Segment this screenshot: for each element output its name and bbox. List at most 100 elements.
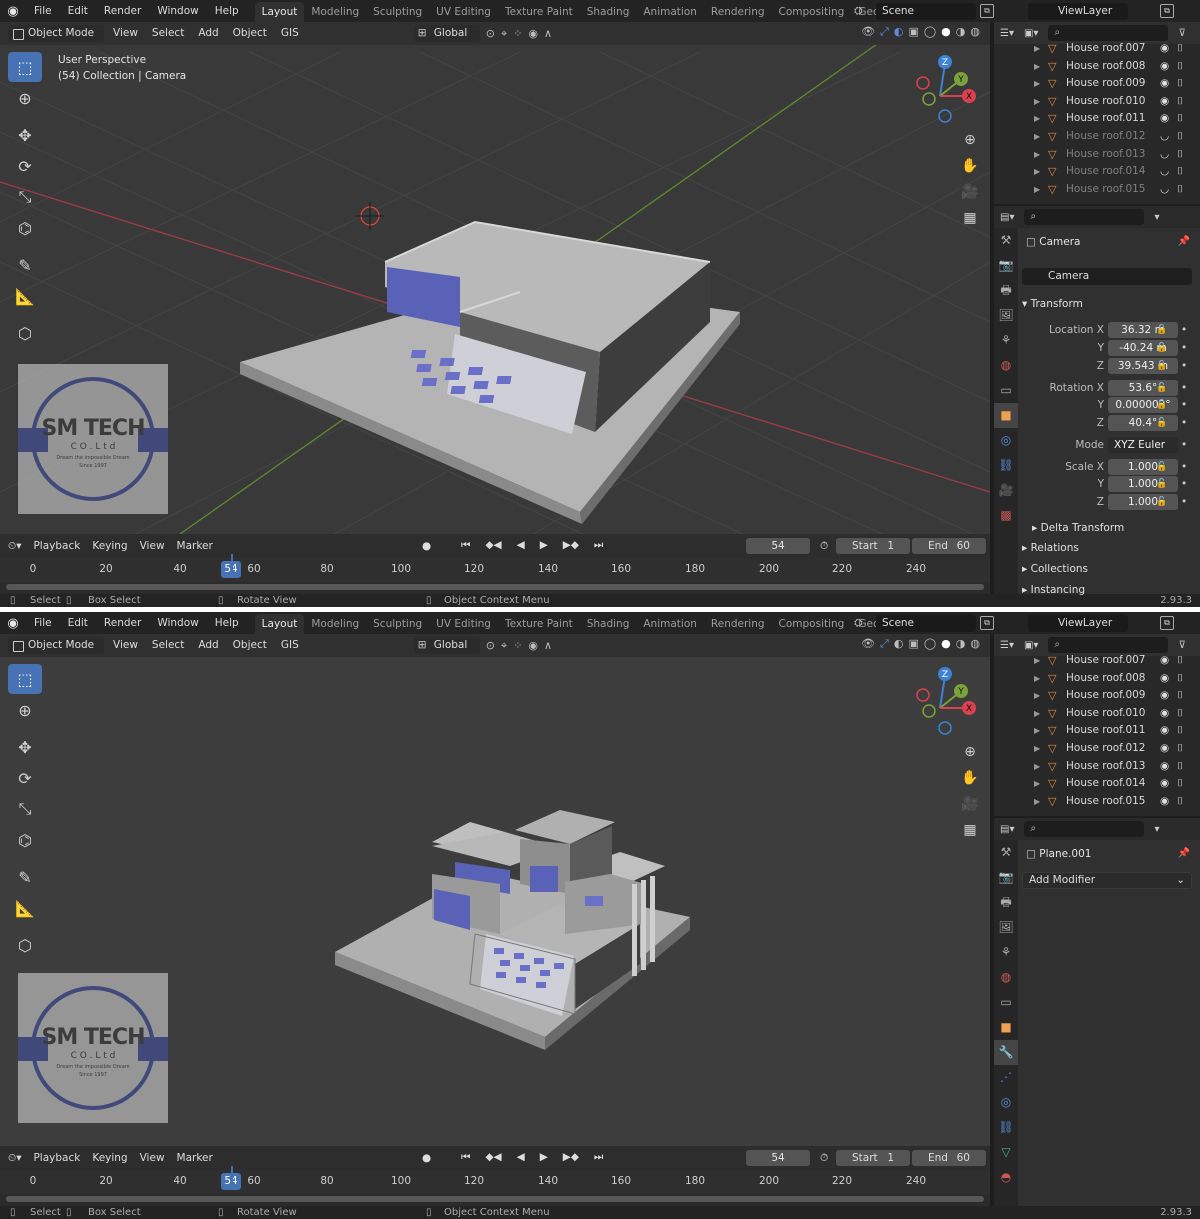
navigation-gizmo[interactable]: Z Y X — [910, 664, 980, 740]
display-mode-icon[interactable]: ▣▾ — [1024, 28, 1038, 39]
rotation-z-field[interactable]: 40.4° — [1108, 415, 1178, 431]
camera-view-icon[interactable]: 🎥 — [958, 179, 982, 205]
viewport-menu-view[interactable]: View — [108, 637, 143, 654]
expand-icon[interactable]: ▶ — [1034, 775, 1040, 793]
expand-icon[interactable]: ▶ — [1034, 758, 1040, 776]
tab-compositing[interactable]: Compositing — [772, 2, 852, 22]
cursor-tool-icon[interactable]: ⊕ — [8, 695, 42, 725]
viewport-menu-select[interactable]: Select — [147, 25, 189, 42]
tab-uv-editing[interactable]: UV Editing — [429, 614, 498, 634]
material-tab-icon[interactable]: ◓ — [994, 1165, 1018, 1190]
render-camera-icon[interactable]: ⌷ — [1177, 181, 1183, 199]
eye-icon[interactable]: ◉ — [1160, 687, 1169, 705]
lock-icon[interactable]: 🔓 — [1156, 459, 1167, 476]
output-tab-icon[interactable]: 🖶 — [994, 890, 1018, 915]
render-camera-icon[interactable]: ⌷ — [1177, 775, 1183, 793]
menu-window[interactable]: Window — [149, 612, 206, 634]
physics-tab-icon[interactable]: ◎ — [994, 428, 1018, 453]
move-tool-icon[interactable]: ✥ — [8, 732, 42, 762]
timeline-menu-marker[interactable]: Marker — [171, 1152, 219, 1164]
render-camera-icon[interactable]: ⌷ — [1177, 146, 1183, 164]
world-tab-icon[interactable]: ◍ — [994, 965, 1018, 990]
record-icon[interactable]: ● — [416, 540, 437, 552]
viewlayer-name[interactable]: ViewLayer — [1028, 614, 1128, 632]
xray-icon[interactable]: ▣ — [908, 637, 918, 651]
keyframe-dot-icon[interactable]: • — [1181, 380, 1187, 397]
play-reverse-icon[interactable]: ◀ — [511, 539, 531, 552]
tab-rendering[interactable]: Rendering — [704, 614, 772, 634]
render-camera-icon[interactable]: ⌷ — [1177, 705, 1183, 723]
expand-icon[interactable]: ▶ — [1034, 163, 1040, 181]
jump-end-icon[interactable]: ⏭ — [588, 1151, 609, 1164]
eye-icon[interactable]: ◉ — [1160, 705, 1169, 723]
render-camera-icon[interactable]: ⌷ — [1177, 75, 1183, 93]
render-camera-icon[interactable]: ⌷ — [1177, 93, 1183, 111]
viewport-menu-add[interactable]: Add — [193, 25, 223, 42]
camera-view-icon[interactable]: 🎥 — [958, 791, 982, 817]
start-frame-field[interactable]: Start 1 — [836, 1150, 910, 1166]
material-shading-icon[interactable]: ◑ — [956, 25, 966, 39]
viewlayer-name[interactable]: ViewLayer — [1028, 2, 1128, 20]
play-icon[interactable]: ▶ — [534, 539, 554, 552]
outliner-item-name[interactable]: House roof.011 — [1066, 110, 1146, 128]
expand-icon[interactable]: ▶ — [1034, 58, 1040, 76]
render-camera-icon[interactable]: ⌷ — [1177, 722, 1183, 740]
constraints-tab-icon[interactable]: ⛓ — [994, 1115, 1018, 1140]
tool-tab-icon[interactable]: ⚒ — [994, 228, 1018, 253]
eye-closed-icon[interactable]: ◡ — [1160, 128, 1169, 146]
viewport-menu-object[interactable]: Object — [228, 637, 272, 654]
rotate-tool-icon[interactable]: ⟳ — [8, 763, 42, 793]
outliner-row[interactable]: ▶ ▽ House roof.015 ◡ ⌷ — [994, 181, 1200, 199]
scale-tool-icon[interactable]: ⤡ — [8, 794, 42, 824]
render-camera-icon[interactable]: ⌷ — [1177, 740, 1183, 758]
keyframe-dot-icon[interactable]: • — [1181, 322, 1187, 339]
tab-animation[interactable]: Animation — [636, 614, 704, 634]
transform-tool-icon[interactable]: ⌬ — [8, 213, 42, 243]
location-z-field[interactable]: 39.543 m — [1108, 358, 1178, 374]
outliner-row[interactable]: ▶ ▽ House roof.007 ◉ ⌷ — [994, 652, 1200, 670]
scene-tab-icon[interactable]: ⚘ — [994, 940, 1018, 965]
view-layer-tab-icon[interactable]: 🖼 — [994, 915, 1018, 940]
timeline-scrollbar[interactable] — [6, 1196, 984, 1202]
tab-modeling[interactable]: Modeling — [304, 614, 366, 634]
timeline-menu-view[interactable]: View — [134, 540, 171, 552]
timeline-menu-marker[interactable]: Marker — [171, 540, 219, 552]
stopwatch-icon[interactable]: ⏱ — [814, 1152, 834, 1165]
outliner-row[interactable]: ▶ ▽ House roof.008 ◉ ⌷ — [994, 58, 1200, 76]
view-layer-tab-icon[interactable]: 🖼 — [994, 303, 1018, 328]
properties-options-icon[interactable]: ▾ — [1154, 824, 1159, 835]
timeline-menu-view[interactable]: View — [134, 1152, 171, 1164]
render-camera-icon[interactable]: ⌷ — [1177, 58, 1183, 76]
snap-icon[interactable]: ⌖ — [501, 27, 507, 41]
tab-uv-editing[interactable]: UV Editing — [429, 2, 498, 22]
outliner-row[interactable]: ▶ ▽ House roof.011 ◉ ⌷ — [994, 722, 1200, 740]
location-x-field[interactable]: 36.32 m — [1108, 322, 1178, 338]
keyframe-dot-icon[interactable]: • — [1181, 358, 1187, 375]
properties-type-icon[interactable]: ▤▾ — [1000, 824, 1014, 835]
next-key-icon[interactable]: ▶◆ — [557, 1151, 585, 1164]
eye-icon[interactable]: ◉ — [1160, 740, 1169, 758]
outliner-item-name[interactable]: House roof.013 — [1066, 758, 1146, 776]
object-mode-dropdown[interactable]: Object Mode — [8, 637, 104, 654]
pin-icon[interactable]: 📌 — [1178, 848, 1190, 859]
zoom-icon[interactable]: ⊕ — [958, 127, 982, 153]
expand-icon[interactable]: ▶ — [1034, 146, 1040, 164]
outliner-row[interactable]: ▶ ▽ House roof.013 ◡ ⌷ — [994, 146, 1200, 164]
new-viewlayer-icon[interactable]: ⧉ — [1160, 616, 1174, 630]
properties-search-input[interactable]: ⌕ — [1024, 209, 1145, 225]
filter-icon[interactable]: ⊽ — [1178, 28, 1185, 39]
properties-search-input[interactable]: ⌕ — [1024, 821, 1145, 837]
render-camera-icon[interactable]: ⌷ — [1177, 793, 1183, 811]
ortho-grid-icon[interactable]: ▦ — [958, 817, 982, 843]
annotate-tool-icon[interactable]: ✎ — [8, 862, 42, 892]
menu-render[interactable]: Render — [96, 0, 149, 22]
pin-icon[interactable]: 📌 — [1178, 236, 1190, 247]
collection-tab-icon[interactable]: ▭ — [994, 990, 1018, 1015]
viewport-menu-add[interactable]: Add — [193, 637, 223, 654]
stopwatch-icon[interactable]: ⏱ — [814, 540, 834, 553]
scale-z-field[interactable]: 1.000 — [1108, 494, 1178, 510]
rotate-tool-icon[interactable]: ⟳ — [8, 151, 42, 181]
tab-shading[interactable]: Shading — [580, 2, 637, 22]
proportional-edit-icon[interactable]: ◉ — [528, 639, 538, 653]
scale-tool-icon[interactable]: ⤡ — [8, 182, 42, 212]
